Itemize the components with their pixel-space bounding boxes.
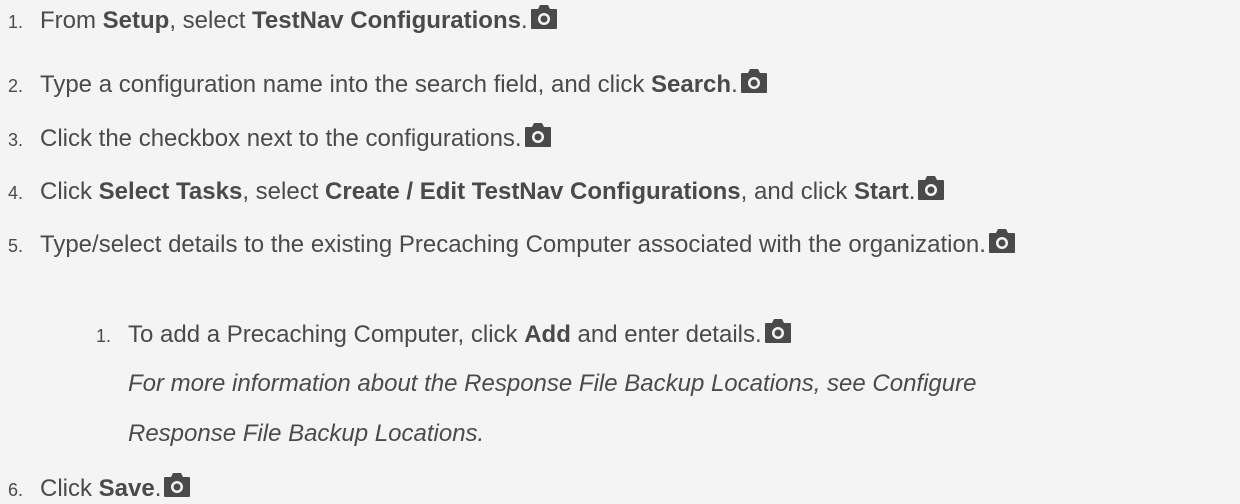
step-text-segment: Save	[98, 475, 155, 502]
step-text-segment: Setup	[102, 7, 170, 34]
step-text-segment: Start	[854, 178, 909, 205]
step-text-segment: From	[40, 7, 103, 34]
step-number: 6.	[8, 480, 24, 500]
step-text-segment: Search	[651, 71, 732, 98]
camera-icon[interactable]	[530, 4, 558, 30]
step-text-segment: Click	[40, 178, 99, 205]
step-number: 3.	[8, 130, 24, 150]
step-text-segment: Click the checkbox next to the configura…	[40, 125, 522, 152]
step-text: To add a Precaching Computer, click Add …	[128, 321, 762, 348]
step-6: 6. Click Save.	[8, 472, 191, 504]
step-text-segment: .	[520, 7, 528, 34]
step-text-segment: Select Tasks	[98, 178, 243, 205]
step-text-segment: .	[731, 71, 738, 98]
step-number: 1.	[96, 326, 112, 346]
step-number: 1.	[8, 12, 24, 32]
step-text-segment: Type/select details to the existing Prec…	[40, 231, 986, 258]
step-2: 2. Type a configuration name into the sea…	[8, 68, 768, 100]
step-text: Click Save.	[40, 475, 161, 502]
camera-icon[interactable]	[524, 122, 552, 148]
step-text-segment: and enter details.	[570, 321, 762, 348]
step-text: From Setup, select TestNav Configuration…	[40, 7, 528, 34]
note-line-1: For more information about the Response …	[128, 370, 977, 397]
step-text-segment: TestNav Configurations	[252, 7, 521, 34]
step-text-segment: .	[154, 475, 162, 502]
step-text-segment: , select	[242, 178, 326, 205]
camera-icon[interactable]	[163, 472, 191, 498]
step-text-segment: Add	[524, 321, 571, 348]
step-3: 3. Click the checkbox next to the configu…	[8, 122, 552, 154]
step-number: 4.	[8, 183, 24, 203]
step-text-segment: , and click	[740, 178, 855, 205]
step-text: Click Select Tasks, select Create / Edit…	[40, 178, 915, 205]
step-5: 5. Type/select details to the existing Pr…	[8, 228, 1016, 260]
step-text-segment: Create / Edit TestNav Configurations	[325, 178, 741, 205]
substep-1: 1. To add a Precaching Computer, click Ad…	[96, 318, 792, 350]
camera-icon[interactable]	[764, 318, 792, 344]
step-text-segment: , select	[169, 7, 253, 34]
camera-icon[interactable]	[917, 175, 945, 201]
step-text: Click the checkbox next to the configura…	[40, 125, 522, 152]
step-text: Type/select details to the existing Prec…	[40, 231, 986, 258]
step-number: 2.	[8, 76, 24, 96]
camera-icon[interactable]	[740, 68, 768, 94]
step-text-segment: .	[908, 178, 916, 205]
step-text-segment: To add a Precaching Computer, click	[128, 321, 525, 348]
step-number: 5.	[8, 236, 24, 256]
step-text-segment: Type a configuration name into the searc…	[40, 71, 652, 98]
step-1: 1. From Setup, select TestNav Configurati…	[8, 4, 558, 36]
step-4: 4. Click Select Tasks, select Create / Ed…	[8, 175, 945, 207]
note-line-2: Response File Backup Locations.	[128, 420, 485, 447]
step-text: Type a configuration name into the searc…	[40, 71, 738, 98]
camera-icon[interactable]	[988, 228, 1016, 254]
step-text-segment: Click	[40, 475, 99, 502]
